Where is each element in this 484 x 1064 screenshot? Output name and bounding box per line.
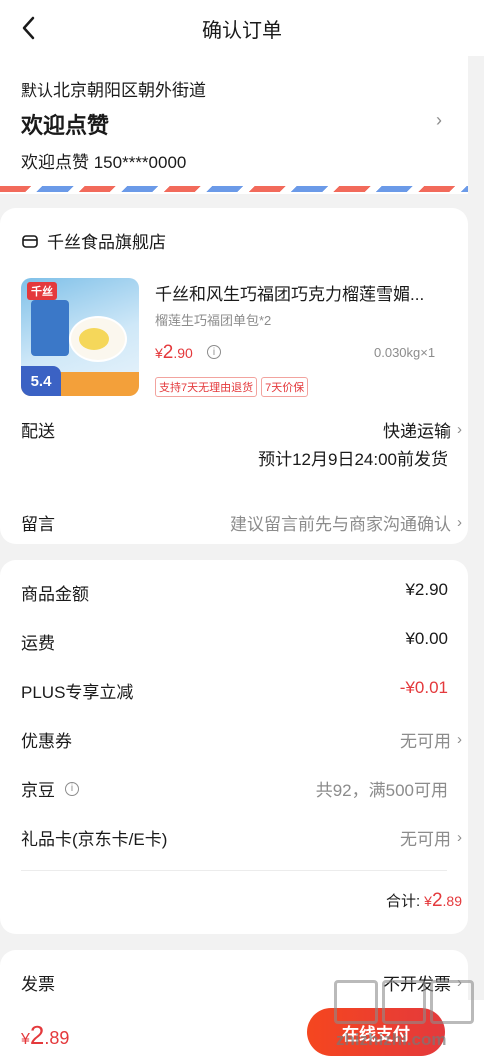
product-image-badge: 5.4 <box>21 366 61 396</box>
address-district: 北京朝阳区朝外街道 <box>53 81 207 100</box>
store-name: 千丝食品旗舰店 <box>47 233 166 252</box>
chevron-right-icon: › <box>457 829 462 846</box>
giftcard-selector[interactable]: 无可用 › <box>400 825 462 850</box>
product-spec: 榴莲生巧福团单包*2 <box>155 313 272 328</box>
summary-label-jingdou: 京豆 <box>21 781 55 800</box>
site-watermark: zhizhizhi.com <box>330 980 480 1060</box>
total-label: 合计: <box>385 893 421 910</box>
address-receiver-name: 欢迎点赞 <box>21 113 110 138</box>
product-price: ¥ 2 .90 <box>155 342 193 363</box>
message-label: 留言 <box>21 515 55 534</box>
info-icon[interactable]: i <box>65 781 79 796</box>
coupon-selector[interactable]: 无可用 › <box>400 727 462 752</box>
chevron-right-icon: › <box>457 421 462 438</box>
product-image-brand: 千丝 <box>27 282 57 300</box>
summary-label-plus: PLUS专享立减 <box>21 683 134 702</box>
address-border-stripe <box>0 186 468 192</box>
chevron-left-icon <box>22 16 35 40</box>
watermark-url: zhizhizhi.com <box>336 1030 447 1049</box>
page-title: 确认订单 <box>202 19 282 42</box>
store-header[interactable]: 千丝食品旗舰店 <box>21 228 166 253</box>
summary-value-goods: ¥2.90 <box>405 580 448 599</box>
order-total: 合计: ¥ 2 .89 <box>385 890 462 911</box>
divider <box>21 870 447 871</box>
back-button[interactable] <box>16 14 40 42</box>
chevron-right-icon: › <box>457 514 462 531</box>
summary-value-plus: -¥0.01 <box>399 678 448 697</box>
delivery-label: 配送 <box>21 422 55 441</box>
summary-value-jingdou: 共92，满500可用 <box>315 781 448 800</box>
message-input[interactable]: 建议留言前先与商家沟通确认 › <box>230 510 462 535</box>
chevron-right-icon: › <box>457 731 462 748</box>
delivery-estimate: 预计12月9日24:00前发货 <box>258 450 448 469</box>
invoice-label: 发票 <box>21 975 55 994</box>
summary-label-jingdou-row: 京豆 i <box>21 776 79 801</box>
product-quantity: 0.030kg×1 <box>374 345 436 360</box>
default-address-badge: 默认 <box>21 82 54 100</box>
address-line: 默认 北京朝阳区朝外街道 <box>21 76 206 101</box>
summary-label-coupon: 优惠券 <box>21 732 72 751</box>
service-tags: 支持7天无理由退货 7天价保 <box>155 377 312 397</box>
summary-label-goods: 商品金额 <box>21 585 89 604</box>
product-title[interactable]: 千丝和风生巧福团巧克力榴莲雪媚... <box>155 280 447 305</box>
summary-label-giftcard: 礼品卡(京东卡/E卡) <box>21 830 168 849</box>
summary-value-shipping: ¥0.00 <box>405 629 448 648</box>
summary-label-shipping: 运费 <box>21 634 55 653</box>
info-icon[interactable]: i <box>207 345 221 359</box>
service-tag: 支持7天无理由退货 <box>155 377 258 397</box>
service-tag: 7天价保 <box>261 377 309 397</box>
store-icon <box>22 234 38 248</box>
product-image[interactable]: 千丝 5.4 <box>21 278 139 396</box>
address-contact: 欢迎点赞 150****0000 <box>21 153 187 172</box>
header-bar: 确认订单 <box>0 0 484 56</box>
bottom-total-price: ¥ 2 .89 <box>21 1020 70 1050</box>
chevron-right-icon[interactable]: › <box>436 110 442 131</box>
delivery-method[interactable]: 快递运输 › <box>383 417 462 442</box>
